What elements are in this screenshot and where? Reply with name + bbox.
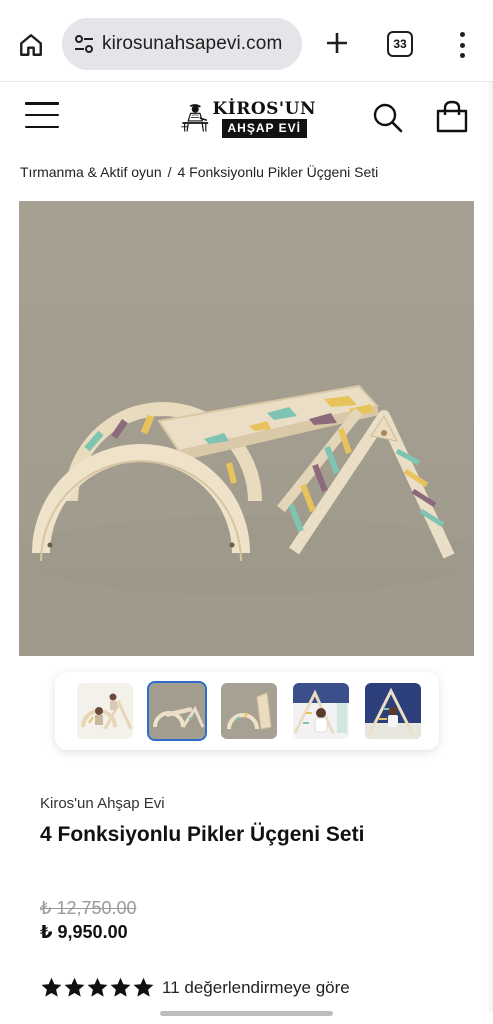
thumbnail-5[interactable] [365,683,421,739]
thumbnail-kids-play-image [77,683,133,739]
star-icon [133,977,154,997]
carpenter-logo-icon [181,104,209,132]
sale-price: ₺ 9,950.00 [40,922,128,942]
gesture-navigation-bar[interactable] [160,1011,333,1016]
pikler-set-photo [19,384,474,596]
new-tab-icon [327,33,347,53]
search-button[interactable] [372,102,404,134]
logo-top-text: KİROS'UN [212,98,316,119]
thumbnail-product-set-image [149,683,205,739]
thumbnail-2[interactable] [147,681,207,741]
star-icon [110,977,131,997]
thumbnail-1[interactable] [77,683,133,739]
breadcrumb-current: 4 Fonksiyonlu Pikler Üçgeni Seti [177,164,379,180]
hamburger-menu-icon[interactable] [25,102,59,128]
cart-button[interactable] [434,99,470,135]
overflow-menu-icon[interactable] [452,28,472,62]
cart-icon [436,100,468,133]
logo-bottom-text: AHŞAP EVİ [221,118,307,138]
product-rating[interactable]: 11 değerlendirmeye göre [40,976,350,999]
star-icon [64,977,85,997]
tab-switcher-button[interactable]: 33 [387,31,413,57]
site-info-icon[interactable] [72,32,96,56]
search-icon [373,103,403,133]
compare-at-price: ₺ 12,750.00 [40,898,137,918]
breadcrumb: Tırmanma & Aktif oyun / 4 Fonksiyonlu Pikl… [20,164,480,180]
product-vendor[interactable]: Kiros'un Ahşap Evi [40,795,165,812]
thumbnail-arch-and-board-image [221,683,277,739]
star-icon [41,977,62,997]
url-text: kirosunahsapevi.com [102,33,283,54]
tab-count: 33 [393,37,407,51]
product-main-image[interactable] [19,201,474,656]
star-icon [87,977,108,997]
rating-count-text: 11 değerlendirmeye göre [162,977,350,997]
logo-wordmark: KİROS'UN AHŞAP EVİ [212,99,316,138]
thumbnail-3[interactable] [221,683,277,739]
home-button[interactable] [14,28,48,62]
new-tab-button[interactable] [320,26,354,60]
thumbnail-child-climbing-image [365,683,421,739]
breadcrumb-parent-link[interactable]: Tırmanma & Aktif oyun [20,164,162,180]
browser-toolbar: kirosunahsapevi.com 33 [0,0,493,82]
product-title: 4 Fonksiyonlu Pikler Üçgeni Seti [40,823,365,846]
breadcrumb-separator: / [167,164,172,180]
thumbnail-4[interactable] [293,683,349,739]
page-edge-shadow [487,82,493,1012]
address-bar[interactable]: kirosunahsapevi.com [62,18,302,70]
site-header: KİROS'UN AHŞAP EVİ [0,82,493,152]
home-icon [20,34,42,56]
rating-stars [40,976,155,999]
thumbnail-child-triangle-image [293,683,349,739]
site-logo[interactable]: KİROS'UN AHŞAP EVİ [180,90,316,146]
thumbnail-strip [55,672,439,750]
